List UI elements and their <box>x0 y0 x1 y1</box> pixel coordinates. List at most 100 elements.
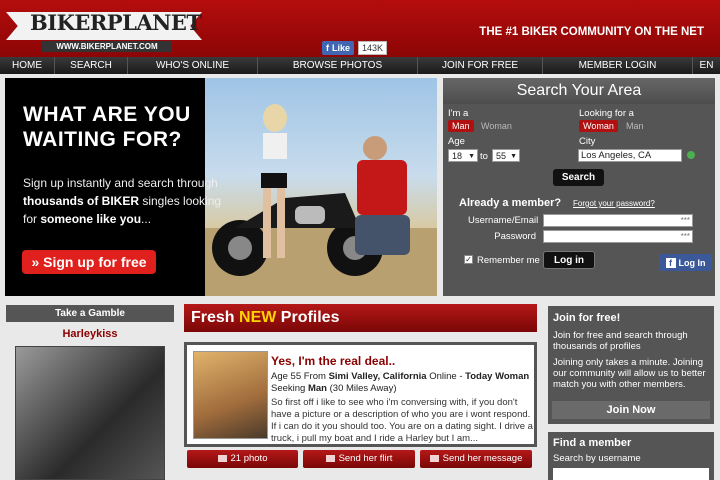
age-from-value: 18 <box>452 151 463 161</box>
search-title: Search Your Area <box>443 78 715 104</box>
nav-whos-online[interactable]: WHO'S ONLINE <box>128 57 258 74</box>
profile-age: Age 55 From <box>271 371 329 382</box>
nav-search[interactable]: SEARCH <box>55 57 128 74</box>
password-label: Password <box>494 231 536 242</box>
hero-headline: WHAT ARE YOU WAITING FOR? <box>23 102 191 152</box>
profile-bio: So first off i like to see who i'm conve… <box>271 397 533 444</box>
hero-subtext: Sign up instantly and search through tho… <box>23 174 223 228</box>
username-label: Username/Email <box>468 215 539 226</box>
facebook-icon: f <box>326 42 329 53</box>
looking-for-label: Looking for a <box>579 108 634 119</box>
facebook-login-label: Log In <box>678 257 706 268</box>
signup-free-button[interactable]: » Sign up for free <box>22 250 156 274</box>
send-message-label: Send her message <box>442 453 523 464</box>
profile-gender: Woman <box>495 371 530 382</box>
send-message-button[interactable]: Send her message <box>420 450 532 468</box>
find-member-label: Search by username <box>553 453 641 464</box>
join-now-button[interactable]: Join Now <box>552 401 710 419</box>
logo-text: BIKERPLANET <box>30 10 202 35</box>
hero-banner: WHAT ARE YOU WAITING FOR? Sign up instan… <box>5 78 437 296</box>
hero-headline-line2: WAITING FOR? <box>23 128 182 151</box>
profile-seeking-gender: Man <box>307 383 327 394</box>
hero-sub-bold1: thousands of BIKER <box>23 194 139 208</box>
search-button[interactable]: Search <box>553 169 604 186</box>
fresh-title-new: NEW <box>239 309 277 326</box>
age-to-label: to <box>480 151 488 162</box>
chevron-down-icon: ▼ <box>510 153 517 160</box>
main-nav: HOME SEARCH WHO'S ONLINE BROWSE PHOTOS J… <box>0 57 720 74</box>
facebook-like-widget: f Like 143K <box>322 40 388 55</box>
remember-me-label: Remember me <box>477 255 540 266</box>
age-from-select[interactable]: 18 ▼ <box>448 149 478 162</box>
profile-headline[interactable]: Yes, I'm the real deal.. <box>271 354 395 368</box>
take-a-gamble-title: Take a Gamble <box>6 305 174 322</box>
im-a-label: I'm a <box>448 108 469 119</box>
join-panel: Join for free! Join for free and search … <box>548 306 714 424</box>
profile-location: Simi Valley, California <box>328 371 427 382</box>
login-button[interactable]: Log in <box>543 251 595 269</box>
gamble-member-name[interactable]: Harleykiss <box>6 328 174 340</box>
tagline: THE #1 BIKER COMMUNITY ON THE NET <box>479 26 704 38</box>
motorcycle-scene <box>205 104 437 296</box>
hero-headline-line1: WHAT ARE YOU <box>23 103 191 126</box>
header: BIKERPLANET WWW.BIKERPLANET.COM f Like 1… <box>0 0 720 57</box>
nav-home[interactable]: HOME <box>0 57 55 74</box>
hero-sub-part3: ... <box>141 212 152 226</box>
profile-online-today: Today <box>465 371 493 382</box>
age-label: Age <box>448 136 465 147</box>
profile-distance: (30 Miles Away) <box>326 383 397 394</box>
im-a-man-option[interactable]: Man <box>448 120 474 132</box>
message-icon <box>429 454 439 462</box>
find-member-title: Find a member <box>553 437 632 449</box>
hero-sub-bold2: someone like you <box>40 212 142 226</box>
find-member-panel: Find a member Search by username <box>548 432 714 480</box>
join-text-2: Joining only takes a minute. Joining our… <box>553 357 706 390</box>
chevron-down-icon: ▼ <box>468 153 475 160</box>
profile-seeking: Seeking <box>271 383 308 394</box>
forgot-password-link[interactable]: Forgot your password? <box>573 199 655 208</box>
join-title: Join for free! <box>553 312 621 324</box>
username-input[interactable]: *** <box>543 214 693 227</box>
profile-card: Yes, I'm the real deal.. Age 55 From Sim… <box>184 342 537 447</box>
username-search-input[interactable] <box>553 468 709 480</box>
facebook-like-button[interactable]: f Like <box>322 40 355 55</box>
join-text-1: Join for free and search through thousan… <box>553 330 688 352</box>
site-logo[interactable]: BIKERPLANET WWW.BIKERPLANET.COM <box>6 6 202 54</box>
looking-man-option[interactable]: Man <box>626 121 644 131</box>
age-to-select[interactable]: 55 ▼ <box>492 149 520 162</box>
password-input[interactable]: *** <box>543 230 693 243</box>
nav-member-login[interactable]: MEMBER LOGIN <box>543 57 693 74</box>
facebook-like-count: 143K <box>358 40 388 55</box>
view-photos-button[interactable]: 21 photo <box>187 450 298 468</box>
view-photos-label: 21 photo <box>230 453 268 464</box>
nav-language[interactable]: EN <box>693 57 720 74</box>
facebook-like-label: Like <box>332 42 351 53</box>
send-flirt-button[interactable]: Send her flirt <box>303 450 415 468</box>
remember-me-checkbox[interactable]: ✓ <box>464 255 473 264</box>
login-title: Already a member? <box>459 197 562 209</box>
photo-icon <box>217 454 227 462</box>
logo-url: WWW.BIKERPLANET.COM <box>42 41 172 52</box>
send-flirt-label: Send her flirt <box>338 453 393 464</box>
age-to-value: 55 <box>496 151 507 161</box>
gamble-member-photo[interactable] <box>15 346 165 480</box>
looking-woman-option[interactable]: Woman <box>579 120 618 132</box>
nav-join-free[interactable]: JOIN FOR FREE <box>418 57 543 74</box>
fresh-title-part1: Fresh <box>191 309 240 326</box>
facebook-icon: f <box>665 257 676 268</box>
profile-online: Online - <box>426 371 466 382</box>
im-a-woman-option[interactable]: Woman <box>481 121 512 131</box>
city-label: City <box>579 136 596 147</box>
hero-sub-part1: Sign up instantly and search through <box>23 176 218 190</box>
fresh-title-part2: Profiles <box>276 309 340 326</box>
city-input[interactable]: Los Angeles, CA <box>578 149 682 162</box>
hero-photo <box>205 78 437 296</box>
flirt-icon <box>325 454 335 462</box>
nav-browse-photos[interactable]: BROWSE PHOTOS <box>258 57 418 74</box>
fresh-profiles-title: Fresh NEW Profiles <box>184 304 537 332</box>
search-panel: Search Your Area I'm a Man Woman Looking… <box>443 78 715 296</box>
facebook-login-button[interactable]: f Log In <box>659 254 712 271</box>
profile-meta: Age 55 From Simi Valley, California Onli… <box>271 371 533 395</box>
profile-photo[interactable] <box>193 351 268 439</box>
check-icon <box>687 151 695 159</box>
